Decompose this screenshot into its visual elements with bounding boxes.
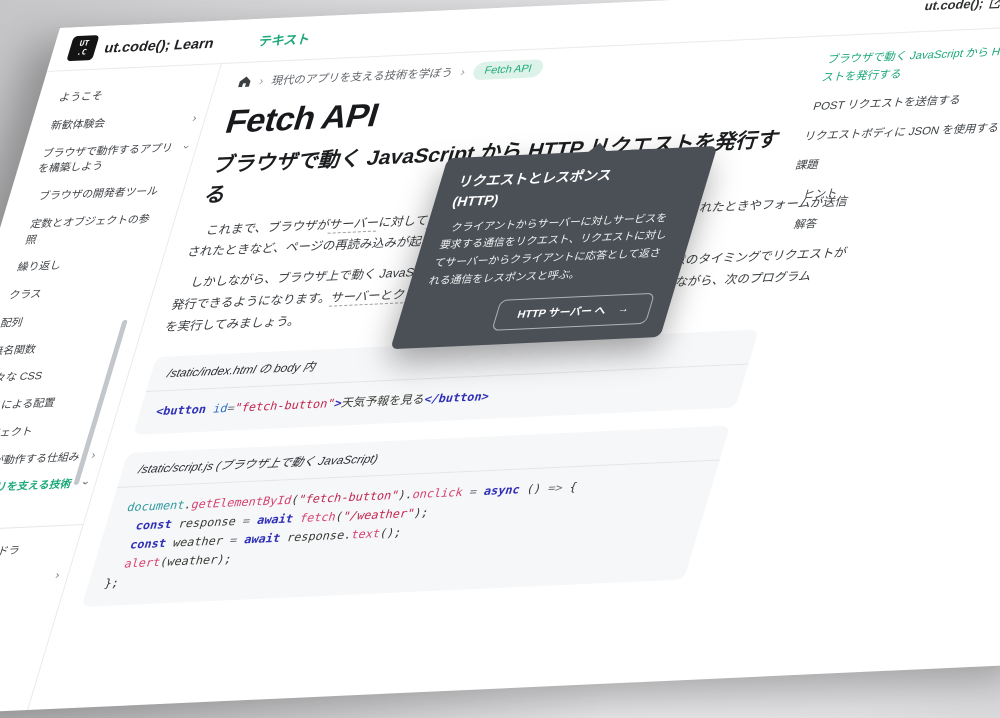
- breadcrumb-current-chip[interactable]: Fetch API: [471, 59, 546, 80]
- tooltip-title: リクエストとレスポンス (HTTP): [449, 162, 694, 213]
- text-segment: を実行してみましょう。: [163, 314, 302, 334]
- toc-item[interactable]: ブラウザで動く JavaScript から HTTP リクエストを発行する: [819, 41, 1000, 87]
- logo-text: .C: [76, 48, 88, 57]
- chevron-right-icon: ›: [54, 570, 61, 581]
- sidebar-item[interactable]: ブラウザの開発者ツール: [27, 183, 179, 205]
- external-link-icon: [988, 0, 1000, 9]
- brand-name[interactable]: ut.code(); Learn: [103, 34, 217, 55]
- tooltip-button-label: HTTP サーバー へ: [515, 303, 608, 322]
- toc-item[interactable]: 解答: [775, 207, 1000, 236]
- page: UT .C ut.code(); Learn テキスト ut.code(); よ…: [0, 0, 1000, 718]
- breadcrumb-separator: ›: [257, 74, 265, 88]
- term-link[interactable]: サーバー: [327, 215, 381, 233]
- external-site-label: ut.code();: [923, 0, 986, 13]
- toc-item[interactable]: 課題: [793, 147, 1000, 176]
- sidebar-item[interactable]: クラス: [0, 282, 149, 304]
- sidebar-item-label: 定数とオブジェクトの参照: [24, 213, 151, 246]
- text-segment: に対して: [377, 213, 430, 229]
- sidebar-item-label: オブジェクト: [0, 425, 34, 440]
- text-segment: これまで、ブラウザが: [205, 217, 332, 237]
- sidebar-item[interactable]: モジュールバンドラ: [0, 541, 72, 563]
- sidebar-item-label: CSS による配置: [0, 397, 57, 413]
- sidebar-item[interactable]: ブラウザで動作するアプリを構築しよう ›: [35, 140, 192, 178]
- chevron-down-icon: ›: [180, 144, 192, 148]
- tooltip-action-button[interactable]: HTTP サーバー へ →: [491, 293, 655, 331]
- chevron-right-icon: ›: [191, 113, 198, 124]
- code-block-js: /static/script.js (ブラウザ上で動く JavaScript) …: [81, 425, 730, 606]
- sidebar-item-label: 無名関数: [0, 343, 38, 357]
- sidebar-item-label: クラス: [7, 288, 43, 301]
- sidebar-item[interactable]: ようこそ: [57, 84, 209, 106]
- home-icon[interactable]: [237, 75, 253, 88]
- sidebar-item-label: サーバーが動作する仕組み: [0, 451, 81, 469]
- brand-logo-icon[interactable]: UT .C: [66, 35, 99, 61]
- external-site-link[interactable]: ut.code();: [923, 0, 1000, 13]
- sidebar-item-label: ようこそ: [58, 90, 105, 104]
- toc-item[interactable]: ヒント: [784, 177, 1000, 206]
- toc-item[interactable]: POST リクエストを送信する: [811, 88, 1000, 117]
- text-segment: 発行できるようになります。: [170, 291, 333, 312]
- sidebar-item[interactable]: 定数とオブジェクトの参照: [14, 211, 171, 249]
- sidebar-item-label: モジュールバンドラ: [0, 544, 21, 560]
- sidebar-item-label: 新歓体験会: [49, 117, 107, 131]
- breadcrumb-section-link[interactable]: 現代のアプリを支える技術を学ぼう: [269, 64, 455, 88]
- sidebar-item[interactable]: 繰り返し: [6, 255, 158, 277]
- arrow-right-icon: →: [616, 303, 630, 315]
- sidebar-item-label: 様々な CSS: [0, 370, 44, 385]
- breadcrumb-separator: ›: [459, 65, 467, 79]
- toc-item[interactable]: リクエストボディに JSON を使用する: [802, 118, 1000, 147]
- sidebar-item-label: 繰り返し: [16, 260, 63, 274]
- sidebar-item[interactable]: 発展的な内容›: [0, 569, 63, 591]
- sidebar-item-label: 配列: [0, 316, 24, 329]
- sidebar-item-label: ブラウザで動作するアプリを構築しよう: [36, 142, 174, 176]
- sidebar-divider: [0, 524, 83, 533]
- chevron-right-icon: ›: [90, 450, 97, 461]
- nav-text-link[interactable]: テキスト: [256, 28, 313, 49]
- sidebar-item[interactable]: 新歓体験会 ›: [48, 112, 200, 134]
- sidebar-item-label: ブラウザの開発者ツール: [37, 185, 160, 202]
- sidebar-item-label: 現代のアプリを支える技術を学ぼう: [0, 478, 73, 512]
- tooltip-body: クライアントからサーバーに対しサービスを要求する通信をリクエスト、リクエストに対…: [426, 209, 680, 291]
- chevron-down-icon: ›: [79, 481, 91, 485]
